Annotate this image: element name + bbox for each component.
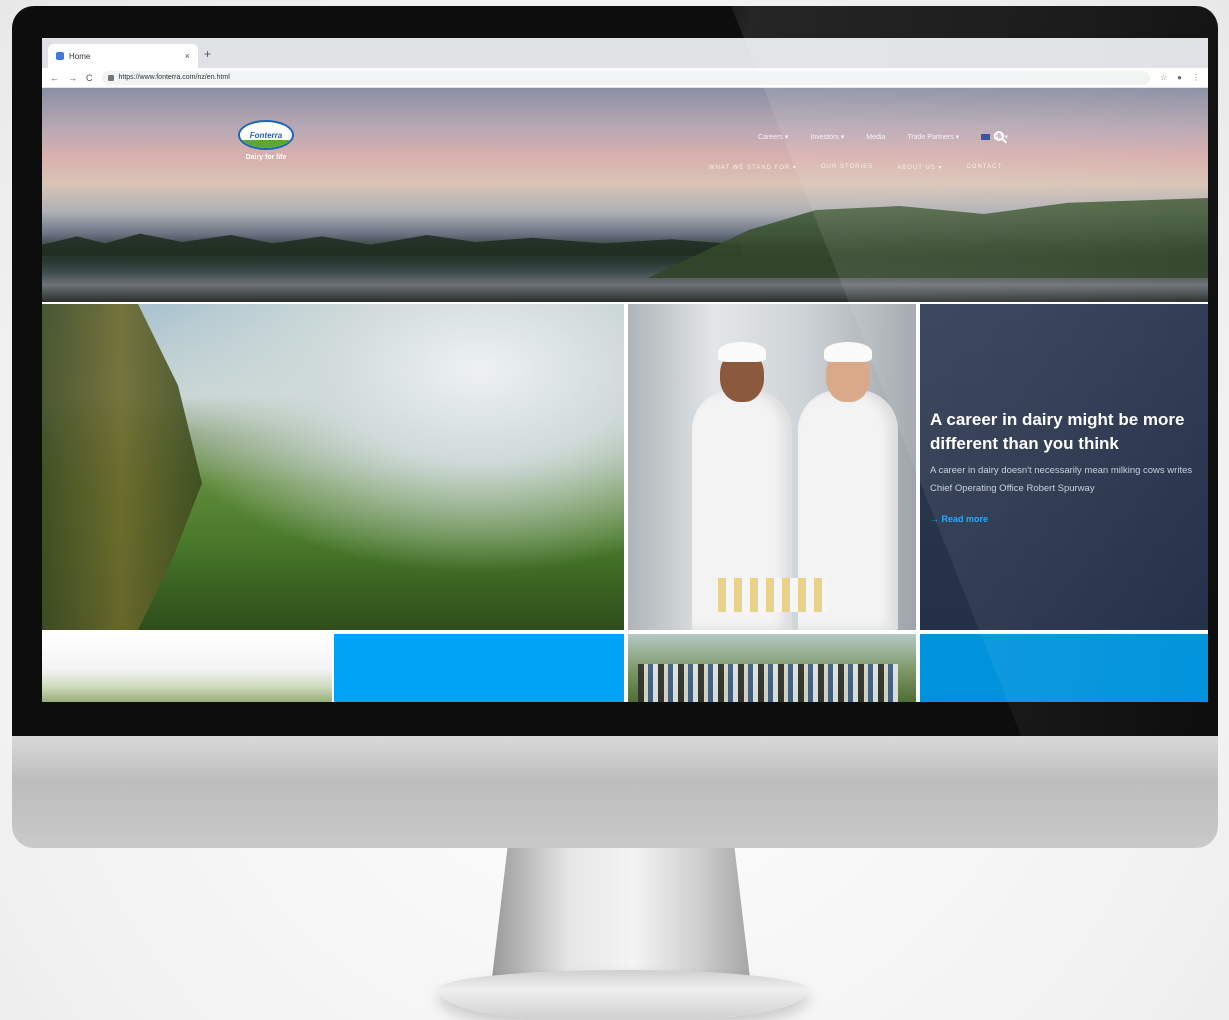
bottle-line (718, 578, 828, 612)
factory-workers-tile[interactable] (628, 304, 916, 630)
extension-icon[interactable]: ● (1177, 73, 1182, 82)
nav-media[interactable]: Media (866, 134, 885, 141)
blue-tile-left[interactable] (334, 634, 624, 702)
hero-banner: Fonterra Dairy for life Careers ▾ Invest… (42, 88, 1208, 302)
monitor-chin (12, 736, 1218, 848)
browser-tab-bar: Home × + (42, 38, 1208, 68)
logo-text: Fonterra (249, 130, 283, 140)
hero-treeline (42, 233, 742, 256)
address-url: https://www.fonterra.com/nz/en.html (118, 74, 230, 81)
article-card[interactable]: A career in dairy might be more differen… (920, 304, 1208, 630)
tab-title: Home (69, 51, 91, 61)
search-icon[interactable] (994, 131, 1004, 141)
forward-button[interactable]: → (68, 73, 77, 83)
hairnet-right (824, 342, 872, 362)
article-title: A career in dairy might be more differen… (930, 410, 1185, 453)
monitor-stand-foot (438, 970, 808, 1018)
nav-what-we-stand-for[interactable]: WHAT WE STAND FOR ▾ (709, 164, 797, 171)
tab-close-icon[interactable]: × (185, 51, 190, 61)
hills-tile[interactable] (42, 634, 332, 702)
favicon-icon (56, 52, 64, 60)
nav-trade-partners[interactable]: Trade Partners ▾ (907, 133, 959, 141)
landscape-tile[interactable] (42, 304, 624, 630)
flag-icon (981, 134, 991, 141)
logo-oval: Fonterra (238, 120, 294, 150)
browser-toolbar: ← → C https://www.fonterra.com/nz/en.htm… (42, 68, 1208, 88)
article-summary: A career in dairy doesn't necessarily me… (930, 465, 1193, 494)
toolbar-icons: ☆ ● ⋮ (1160, 73, 1200, 82)
back-button[interactable]: ← (50, 73, 59, 83)
nav-contact[interactable]: CONTACT (966, 164, 1002, 171)
monitor-stand-neck (492, 848, 750, 978)
logo-tagline: Dairy for life (245, 154, 287, 161)
nav-investors[interactable]: Investors ▾ (810, 133, 844, 141)
reload-button[interactable]: C (86, 73, 93, 83)
read-more-link[interactable]: → Read more (930, 514, 1198, 524)
scene: Home × + ← → C https://www.fonterra.com/… (0, 0, 1229, 1020)
screen: Home × + ← → C https://www.fonterra.com/… (42, 38, 1208, 702)
bookmark-star-icon[interactable]: ☆ (1160, 73, 1167, 82)
group-photo-tile[interactable] (628, 634, 916, 702)
lock-icon (107, 74, 114, 81)
nav-about-us[interactable]: ABOUT US ▾ (897, 164, 942, 171)
hairnet-left (718, 342, 766, 362)
menu-icon[interactable]: ⋮ (1192, 73, 1200, 82)
nav-careers[interactable]: Careers ▾ (758, 133, 788, 141)
address-bar[interactable]: https://www.fonterra.com/nz/en.html (101, 70, 1150, 85)
nav-our-stories[interactable]: OUR STORIES (821, 164, 873, 171)
hero-hill (648, 198, 1208, 278)
poplar-tree (42, 304, 202, 630)
content-grid: A career in dairy might be more differen… (42, 302, 1208, 702)
blue-tile-right[interactable] (920, 634, 1208, 702)
new-tab-button[interactable]: + (204, 47, 211, 61)
browser-tab-home[interactable]: Home × (48, 44, 198, 68)
main-nav: WHAT WE STAND FOR ▾ OUR STORIES ABOUT US… (709, 164, 1002, 171)
site-logo[interactable]: Fonterra Dairy for life (238, 120, 294, 161)
top-nav: Careers ▾ Investors ▾ Media Trade Partne… (758, 133, 1008, 142)
group-crowd (638, 664, 898, 702)
